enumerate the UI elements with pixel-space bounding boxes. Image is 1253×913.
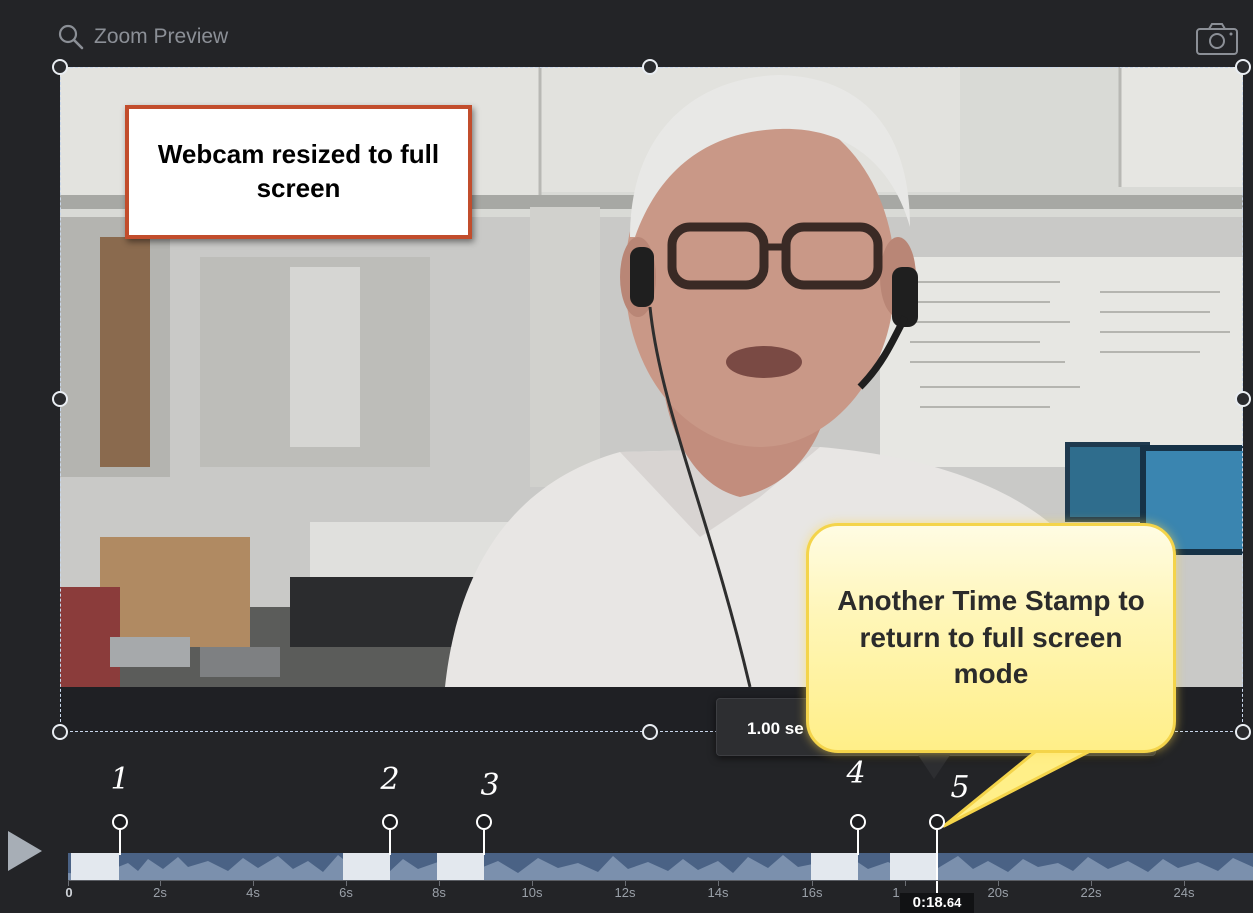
time-ruler — [68, 880, 1253, 881]
webcam-callout: Webcam resized to full screen — [125, 105, 472, 239]
marker-number-5: 5 — [950, 770, 970, 805]
marker-handle-5[interactable] — [929, 814, 945, 830]
ruler-label: 4s — [246, 885, 260, 900]
search-icon — [58, 24, 84, 50]
ruler-label: 20s — [987, 885, 1009, 900]
ruler-tick — [905, 881, 906, 886]
timeline-track[interactable] — [68, 853, 1253, 880]
crop-handle-bottom-left[interactable] — [52, 724, 68, 740]
playhead-time: 0:18.64 — [900, 893, 974, 913]
ruler-label: 14s — [707, 885, 729, 900]
marker-handle-4[interactable] — [850, 814, 866, 830]
camera-icon[interactable] — [1195, 22, 1239, 56]
marker-stem — [483, 830, 485, 855]
zoom-preview-label: Zoom Preview — [94, 25, 229, 48]
playhead-time-main: 0:18. — [912, 894, 947, 911]
ruler-label: 22s — [1080, 885, 1102, 900]
ruler-label: 8s — [432, 885, 446, 900]
crop-handle-right[interactable] — [1235, 391, 1251, 407]
tooltip-arrow — [918, 755, 950, 779]
timestamp-callout: Another Time Stamp to return to full scr… — [806, 523, 1176, 753]
ruler-label: 10s — [521, 885, 543, 900]
zoom-segment[interactable] — [890, 853, 936, 880]
play-button[interactable] — [8, 831, 42, 871]
ruler-label: 24s — [1173, 885, 1195, 900]
zoom-segment[interactable] — [811, 853, 858, 880]
ruler-label: 12s — [614, 885, 636, 900]
marker-stem — [119, 830, 121, 855]
crop-handle-top-right[interactable] — [1235, 59, 1251, 75]
marker-stem — [389, 830, 391, 855]
marker-number-2: 2 — [380, 762, 400, 797]
duration-value: 1.00 se — [747, 719, 804, 738]
marker-number-4: 4 — [846, 756, 866, 791]
ruler-label: 1 — [892, 885, 900, 900]
playhead[interactable] — [936, 820, 938, 893]
zoom-segment[interactable] — [437, 853, 484, 880]
crop-handle-left[interactable] — [52, 391, 68, 407]
zoom-editor-window: Zoom Preview Webcam resized to full scre… — [0, 0, 1253, 913]
zoom-segment[interactable] — [343, 853, 390, 880]
marker-number-1: 1 — [110, 762, 130, 797]
zoom-segment[interactable] — [71, 853, 119, 880]
marker-handle-1[interactable] — [112, 814, 128, 830]
ruler-label: 2s — [153, 885, 167, 900]
marker-stem — [857, 830, 859, 855]
marker-handle-3[interactable] — [476, 814, 492, 830]
audio-waveform — [68, 855, 1253, 880]
crop-handle-top[interactable] — [642, 59, 658, 75]
crop-handle-bottom-right[interactable] — [1235, 724, 1251, 740]
marker-handle-2[interactable] — [382, 814, 398, 830]
crop-handle-top-left[interactable] — [52, 59, 68, 75]
crop-handle-bottom[interactable] — [642, 724, 658, 740]
ruler-label: 6s — [339, 885, 353, 900]
zoom-preview-header[interactable]: Zoom Preview — [58, 24, 228, 50]
playhead-time-fraction: 64 — [946, 895, 962, 910]
marker-number-3: 3 — [480, 768, 500, 803]
ruler-label: 16s — [801, 885, 823, 900]
ruler-label: 0 — [65, 885, 73, 900]
